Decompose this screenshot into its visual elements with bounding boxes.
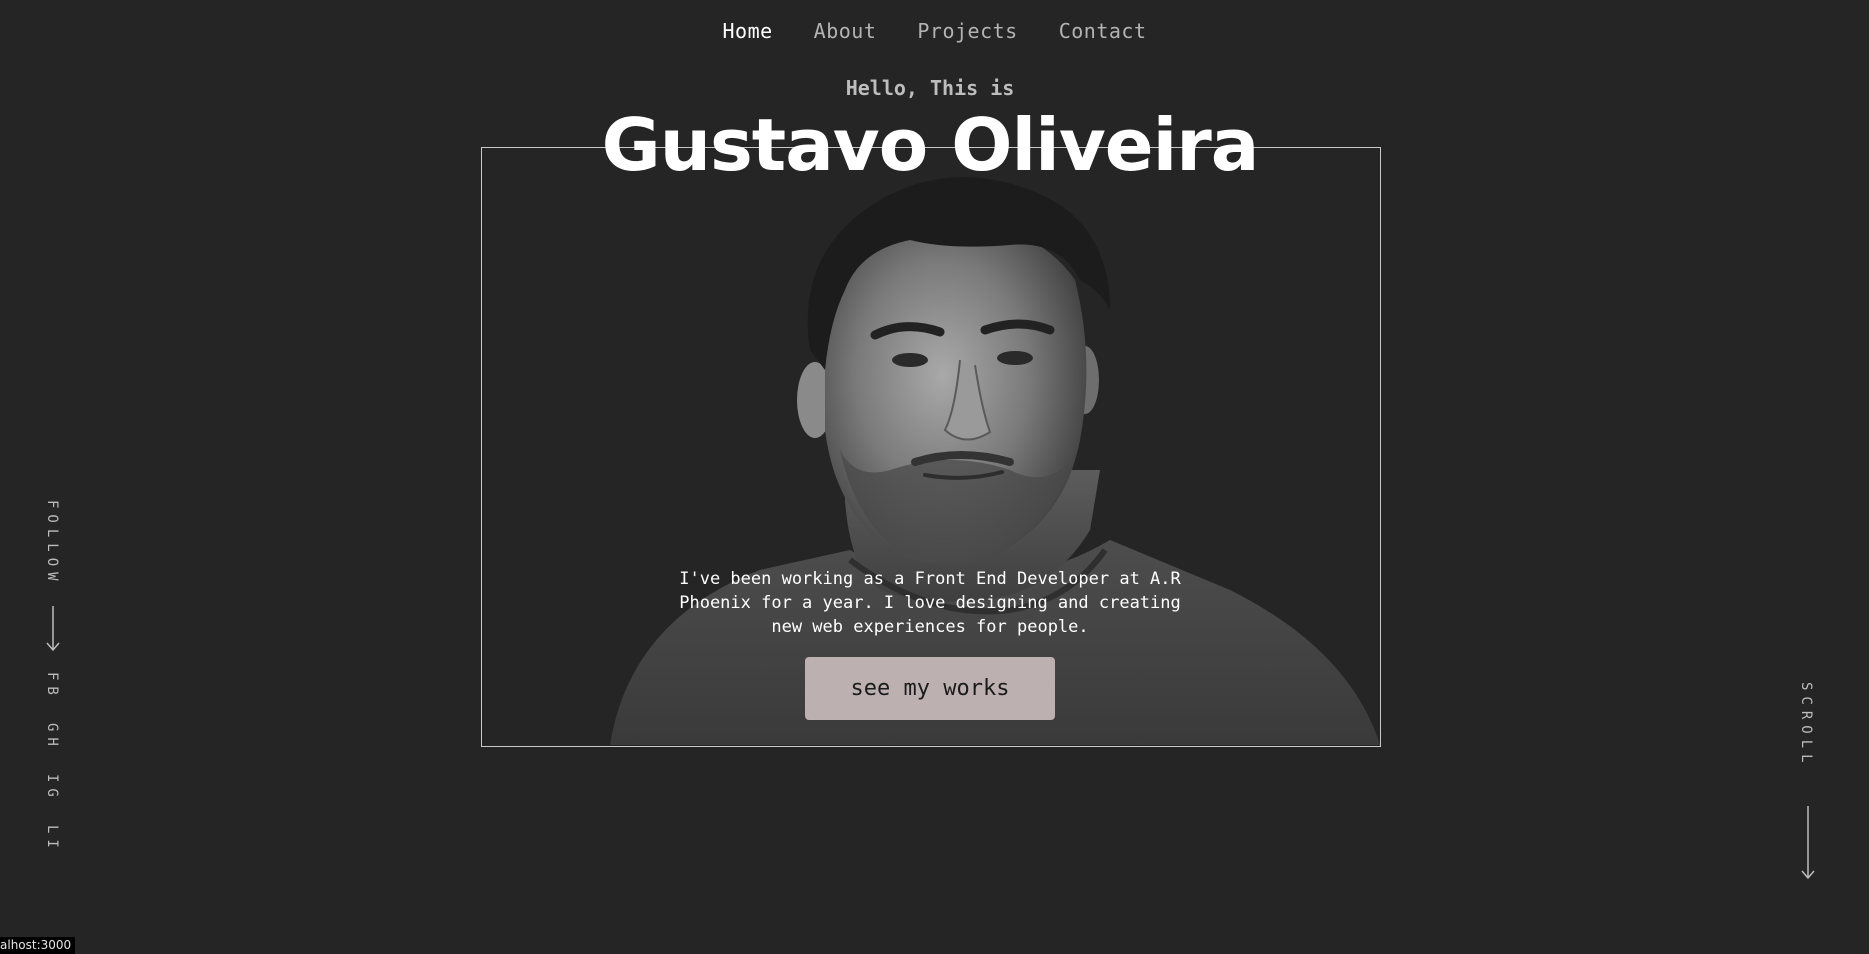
main-nav: Home About Projects Contact [0,19,1869,43]
hero-name: Gustavo Oliveira [601,103,1260,187]
see-my-works-button[interactable]: see my works [805,657,1055,720]
social-link-ig[interactable]: IG [44,774,60,803]
social-link-gh[interactable]: GH [44,723,60,752]
hero-bio: I've been working as a Front End Develop… [679,569,1181,637]
social-link-li[interactable]: LI [44,825,60,854]
follow-label: FOLLOW [44,500,60,587]
scroll-label[interactable]: SCROLL [1798,682,1814,769]
nav-link-about[interactable]: About [814,19,877,43]
social-link-fb[interactable]: FB [44,672,60,701]
nav-link-projects[interactable]: Projects [917,19,1017,43]
nav-link-home[interactable]: Home [722,19,772,43]
nav-link-contact[interactable]: Contact [1059,19,1147,43]
scroll-arrow-icon [1801,806,1815,880]
hero-greeting: Hello, This is [845,76,1015,100]
browser-status-url: alhost:3000 [0,937,76,954]
arrow-down-icon [46,606,60,652]
